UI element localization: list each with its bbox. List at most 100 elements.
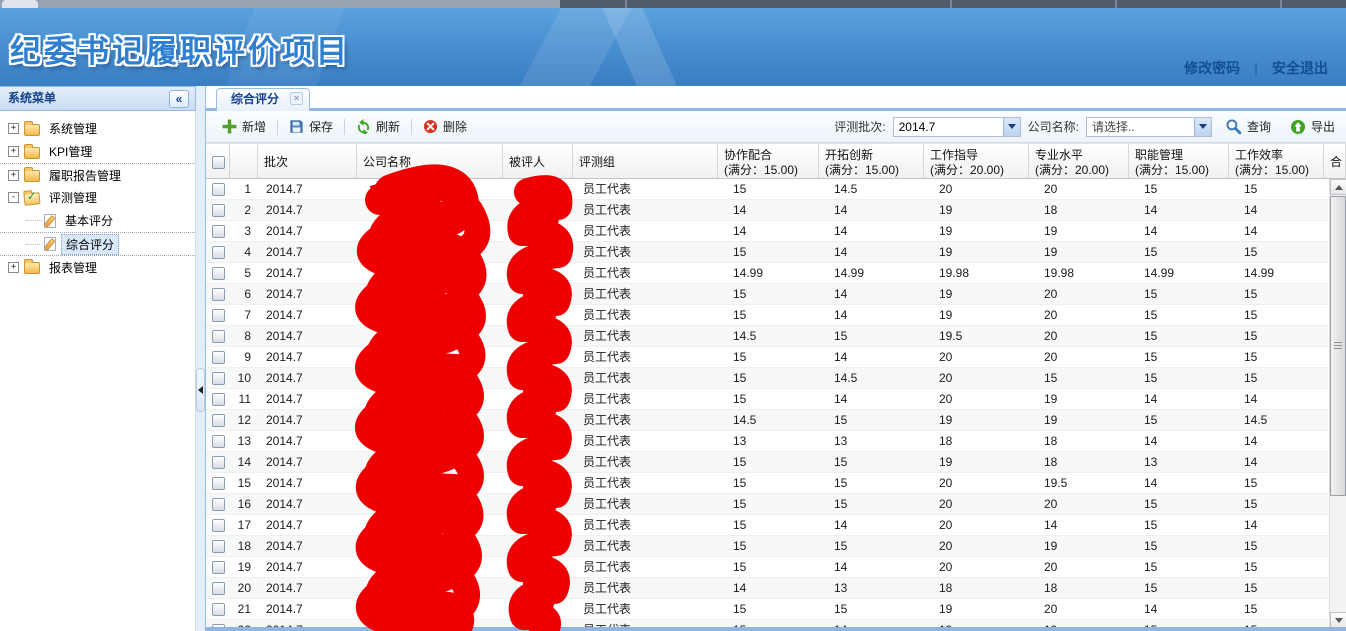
column-header-评测组[interactable]: 评测组 — [573, 144, 718, 178]
company-select[interactable]: 请选择.. — [1085, 116, 1212, 137]
table-row[interactable]: 14 2014.7 员工代表 15 15 19 18 13 14 — [206, 452, 1328, 473]
table-row[interactable]: 4 2014.7 员工代表 15 14 19 19 15 15 — [206, 242, 1328, 263]
table-row[interactable]: 13 2014.7 员工代表 13 13 18 18 14 14 — [206, 431, 1328, 452]
table-row[interactable]: 15 2014.7 员工代表 15 15 20 19.5 14 15 — [206, 473, 1328, 494]
cell-eval-group: 员工代表 — [583, 392, 632, 406]
row-checkbox[interactable] — [211, 266, 225, 280]
sidebar-item-综合评分[interactable]: 综合评分 — [0, 232, 195, 255]
panel-splitter[interactable] — [196, 86, 205, 631]
cell-total — [1324, 536, 1328, 556]
column-header-协作配合[interactable]: 协作配合 (满分：15.00) — [718, 144, 819, 178]
chevron-down-icon[interactable] — [1193, 117, 1211, 136]
cell-row-number: 12 — [237, 413, 251, 427]
column-header-被评人[interactable]: 被评人 — [503, 144, 573, 178]
add-button[interactable]: 新增 — [216, 115, 272, 138]
vertical-scrollbar[interactable] — [1329, 179, 1346, 628]
table-row[interactable]: 16 2014.7 员工代表 15 15 20 20 15 15 — [206, 494, 1328, 515]
row-checkbox[interactable] — [211, 350, 225, 364]
tab-close-icon[interactable]: ✕ — [290, 92, 304, 105]
row-checkbox[interactable] — [211, 455, 225, 469]
sidebar-item-履职报告管理[interactable]: + 履职报告管理 — [0, 163, 195, 186]
table-row[interactable]: 10 2014.7 员工代表 15 14.5 20 15 15 15 — [206, 368, 1328, 389]
logout-link[interactable]: 安全退出 — [1272, 60, 1328, 76]
splitter-collapse-handle[interactable] — [196, 368, 205, 412]
row-checkbox[interactable] — [211, 602, 225, 616]
column-header-合[interactable]: 合 — [1324, 144, 1346, 178]
table-row[interactable]: 2 2014.7 员工代表 14 14 19 18 14 14 — [206, 200, 1328, 221]
chevron-down-icon[interactable] — [1002, 117, 1020, 136]
row-checkbox[interactable] — [211, 560, 225, 574]
column-header-sub: (满分：15.00) — [1235, 162, 1310, 177]
sidebar-item-系统管理[interactable]: + 系统管理 — [0, 117, 195, 140]
row-checkbox[interactable] — [211, 539, 225, 553]
scroll-down-button[interactable] — [1330, 612, 1346, 628]
table-row[interactable]: 11 2014.7 员工代表 15 14 20 19 14 14 — [206, 389, 1328, 410]
row-checkbox[interactable] — [211, 224, 225, 238]
cell-person — [503, 305, 573, 325]
sidebar-collapse-button[interactable]: « — [169, 90, 189, 108]
row-checkbox[interactable] — [211, 476, 225, 490]
cell-score-5: 15 — [1244, 476, 1258, 490]
refresh-button[interactable]: 刷新 — [350, 115, 406, 138]
scroll-up-button[interactable] — [1330, 179, 1346, 195]
table-row[interactable]: 8 2014.7 员工代表 14.5 15 19.5 20 15 15 — [206, 326, 1328, 347]
select-all-checkbox[interactable] — [212, 155, 225, 169]
expand-plus-icon[interactable]: + — [8, 123, 19, 134]
cell-score-2: 19 — [939, 413, 953, 427]
table-row[interactable]: 9 2014.7 员工代表 15 14 20 20 15 15 — [206, 347, 1328, 368]
column-header-职能管理[interactable]: 职能管理 (满分：15.00) — [1129, 144, 1229, 178]
column-header-批次[interactable]: 批次 — [258, 144, 357, 178]
table-row[interactable]: 1 2014.7 员工代表 15 14.5 20 20 15 15 — [206, 179, 1328, 200]
row-checkbox[interactable] — [211, 182, 225, 196]
column-header-公司名称[interactable]: 公司名称 — [357, 144, 503, 178]
table-row[interactable]: 20 2014.7 员工代表 14 13 18 18 15 15 — [206, 578, 1328, 599]
cell-person — [503, 452, 573, 472]
row-checkbox[interactable] — [211, 413, 225, 427]
expand-plus-icon[interactable]: + — [8, 146, 19, 157]
save-button[interactable]: 保存 — [283, 115, 339, 138]
column-header-label: 公司名称 — [363, 154, 412, 169]
table-row[interactable]: 19 2014.7 员工代表 15 14 20 20 15 15 — [206, 557, 1328, 578]
column-header-工作效率[interactable]: 工作效率 (满分：15.00) — [1229, 144, 1324, 178]
row-checkbox-cell — [206, 221, 230, 241]
row-checkbox[interactable] — [211, 371, 225, 385]
tab-comprehensive-score[interactable]: 综合评分 ✕ — [216, 88, 311, 111]
delete-button[interactable]: 删除 — [417, 115, 473, 138]
table-row[interactable]: 5 2014.7 员工代表 14.99 14.99 19.98 19.98 14.99 14.9… — [206, 263, 1328, 284]
row-checkbox[interactable] — [211, 287, 225, 301]
table-row[interactable]: 18 2014.7 员工代表 15 15 20 19 15 15 — [206, 536, 1328, 557]
row-checkbox-cell — [206, 410, 230, 430]
table-row[interactable]: 17 2014.7 员工代表 15 14 20 14 15 14 — [206, 515, 1328, 536]
table-row[interactable]: 7 2014.7 员工代表 15 14 19 20 15 15 — [206, 305, 1328, 326]
batch-select[interactable]: 2014.7 — [892, 116, 1021, 137]
cell-score-5: 14 — [1244, 203, 1258, 217]
cell-batch: 2014.7 — [266, 392, 303, 406]
column-header-工作指导[interactable]: 工作指导 (满分：20.00) — [924, 144, 1029, 178]
table-row[interactable]: 6 2014.7 员工代表 15 14 19 20 15 15 — [206, 284, 1328, 305]
sidebar-item-报表管理[interactable]: + 报表管理 — [0, 255, 195, 278]
column-header-开拓创新[interactable]: 开拓创新 (满分：15.00) — [819, 144, 924, 178]
table-row[interactable]: 21 2014.7 员工代表 15 15 19 20 14 15 — [206, 599, 1328, 620]
sidebar-item-评测管理[interactable]: - 评测管理 — [0, 186, 195, 209]
row-checkbox[interactable] — [211, 581, 225, 595]
collapse-minus-icon[interactable]: - — [8, 192, 19, 203]
row-checkbox[interactable] — [211, 434, 225, 448]
expand-plus-icon[interactable]: + — [8, 261, 19, 273]
row-checkbox[interactable] — [211, 497, 225, 511]
row-checkbox[interactable] — [211, 392, 225, 406]
sidebar-item-KPI管理[interactable]: + KPI管理 — [0, 140, 195, 163]
table-row[interactable]: 3 2014.7 员工代表 14 14 19 19 14 14 — [206, 221, 1328, 242]
row-checkbox[interactable] — [211, 245, 225, 259]
row-checkbox[interactable] — [211, 518, 225, 532]
expand-plus-icon[interactable]: + — [8, 169, 19, 181]
row-checkbox[interactable] — [211, 329, 225, 343]
search-button[interactable]: 查询 — [1219, 115, 1277, 138]
row-checkbox[interactable] — [211, 308, 225, 322]
change-password-link[interactable]: 修改密码 — [1184, 60, 1240, 76]
table-row[interactable]: 12 2014.7 员工代表 14.5 15 19 19 15 14.5 — [206, 410, 1328, 431]
sidebar-item-基本评分[interactable]: 基本评分 — [0, 209, 195, 232]
column-header-专业水平[interactable]: 专业水平 (满分：20.00) — [1029, 144, 1129, 178]
export-button[interactable]: 导出 — [1284, 115, 1341, 138]
scrollbar-thumb[interactable] — [1330, 196, 1346, 496]
row-checkbox[interactable] — [211, 203, 225, 217]
